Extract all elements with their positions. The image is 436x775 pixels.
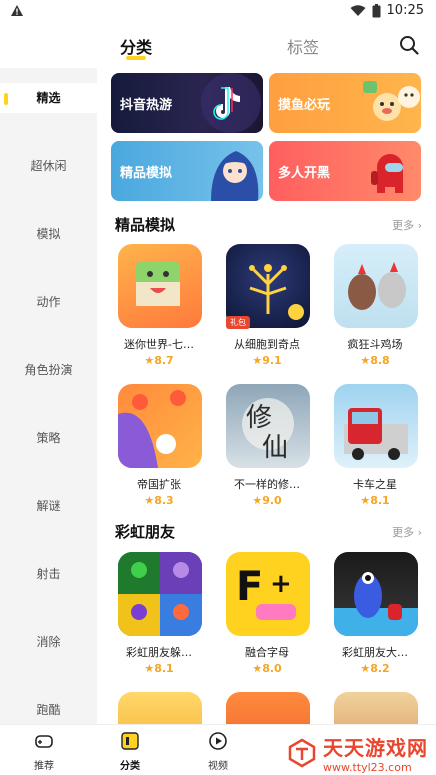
app-rating: ★8.7: [144, 354, 174, 367]
star-icon: ★: [360, 354, 371, 367]
nav-label: 分类: [120, 761, 140, 772]
svg-text:+: +: [270, 569, 292, 599]
app-name: 不一样的修…: [234, 478, 300, 491]
app-icon: [118, 552, 202, 636]
nav-label: 推荐: [34, 761, 54, 772]
site-logo-icon: [288, 738, 316, 768]
app-rating: ★8.1: [360, 494, 390, 507]
star-icon: ★: [252, 494, 263, 507]
warning-icon: [11, 5, 23, 16]
app-rating: ★8.0: [252, 662, 282, 675]
app-name: 融合字母: [245, 646, 289, 659]
app-icon: [118, 384, 202, 468]
more-link[interactable]: 更多 ›: [392, 217, 422, 233]
sidebar-item-featured[interactable]: 精选: [0, 83, 97, 113]
banner-slacking[interactable]: 摸鱼必玩: [269, 73, 421, 133]
search-icon[interactable]: [398, 34, 420, 56]
app-icon: [334, 384, 418, 468]
sidebar: 精选 超休闲 模拟 动作 角色扮演 策略 解谜 射击 消除 跑酷: [0, 68, 97, 724]
chevron-right-icon: ›: [417, 526, 422, 539]
gamepad-icon: [35, 735, 53, 748]
banner-label: 精品模拟: [120, 166, 173, 181]
banner-label: 多人开黑: [278, 166, 331, 181]
watermark: 天天游戏网 www.ttyl23.com: [287, 732, 428, 774]
watermark-title: 天天游戏网: [323, 736, 428, 760]
banner-label: 摸鱼必玩: [278, 98, 331, 113]
nav-category[interactable]: 分类: [100, 731, 160, 772]
app-icon: [334, 244, 418, 328]
banner-label: 抖音热游: [120, 98, 173, 113]
app-icon: [334, 692, 418, 724]
banner-simulation[interactable]: 精品模拟: [111, 141, 263, 201]
app-icon: 修仙: [226, 384, 310, 468]
nav-recommend[interactable]: 推荐: [14, 731, 74, 772]
app-name: 疯狂斗鸡场: [347, 338, 403, 351]
app-icon: [118, 244, 202, 328]
app-rating: ★8.2: [360, 662, 390, 675]
tab-indicator: [126, 56, 146, 60]
sidebar-item-puzzle[interactable]: 解谜: [0, 491, 97, 521]
sidebar-item-parkour[interactable]: 跑酷: [0, 695, 97, 725]
banner-douyin[interactable]: 抖音热游: [111, 73, 263, 133]
svg-text:F: F: [236, 564, 263, 610]
header: 分类 标签: [0, 24, 436, 68]
app-rating: ★9.1: [252, 354, 282, 367]
sidebar-item-casual[interactable]: 超休闲: [0, 151, 97, 181]
nav-label: 视频: [208, 761, 228, 772]
watermark-url: www.ttyl23.com: [323, 761, 412, 774]
app-rating: ★9.0: [252, 494, 282, 507]
star-icon: ★: [360, 494, 371, 507]
sidebar-item-action[interactable]: 动作: [0, 287, 97, 317]
app-icon: [118, 692, 202, 724]
sidebar-item-simulation[interactable]: 模拟: [0, 219, 97, 249]
app-name: 帝国扩张: [137, 478, 181, 491]
category-icon: [121, 732, 139, 750]
tab-category[interactable]: 分类: [120, 34, 152, 58]
svg-text:仙: 仙: [262, 433, 288, 463]
sidebar-item-rpg[interactable]: 角色扮演: [0, 355, 97, 385]
star-icon: ★: [144, 354, 155, 367]
star-icon: ★: [252, 354, 263, 367]
app-icon: F +: [226, 552, 310, 636]
star-icon: ★: [252, 662, 263, 675]
status-bar: 10:25: [0, 0, 436, 24]
star-icon: ★: [360, 662, 371, 675]
battery-icon: [372, 3, 381, 17]
play-icon: [209, 732, 227, 750]
section-title: 精品模拟: [115, 216, 176, 234]
banner-multiplayer[interactable]: 多人开黑: [269, 141, 421, 201]
app-name: 从细胞到奇点: [234, 338, 300, 351]
more-link[interactable]: 更多 ›: [392, 524, 422, 540]
star-icon: ★: [144, 662, 155, 675]
nav-video[interactable]: 视频: [188, 731, 248, 772]
main-content: 抖音热游 摸鱼必玩 精品模拟 多人开黑 精品模拟 更多 › 迷你世界-七… ★8…: [97, 68, 436, 724]
chevron-right-icon: ›: [417, 219, 422, 232]
section-title: 彩虹朋友: [115, 523, 176, 541]
app-name: 迷你世界-七…: [124, 338, 194, 351]
star-icon: ★: [144, 494, 155, 507]
sidebar-active-indicator: [4, 93, 8, 105]
sidebar-item-shooter[interactable]: 射击: [0, 559, 97, 589]
tab-tags[interactable]: 标签: [287, 34, 319, 58]
app-rating: ★8.1: [144, 662, 174, 675]
app-name: 彩虹朋友大…: [342, 646, 408, 659]
sidebar-item-match[interactable]: 消除: [0, 627, 97, 657]
wifi-icon: [350, 4, 366, 16]
clock: 10:25: [386, 3, 424, 18]
app-rating: ★8.3: [144, 494, 174, 507]
svg-text:修: 修: [246, 403, 272, 433]
app-name: 卡车之星: [353, 478, 397, 491]
sidebar-item-strategy[interactable]: 策略: [0, 423, 97, 453]
app-name: 彩虹朋友躲…: [126, 646, 192, 659]
app-icon: [334, 552, 418, 636]
app-icon: [226, 692, 310, 724]
gift-badge: 礼包: [226, 316, 250, 329]
app-rating: ★8.8: [360, 354, 390, 367]
